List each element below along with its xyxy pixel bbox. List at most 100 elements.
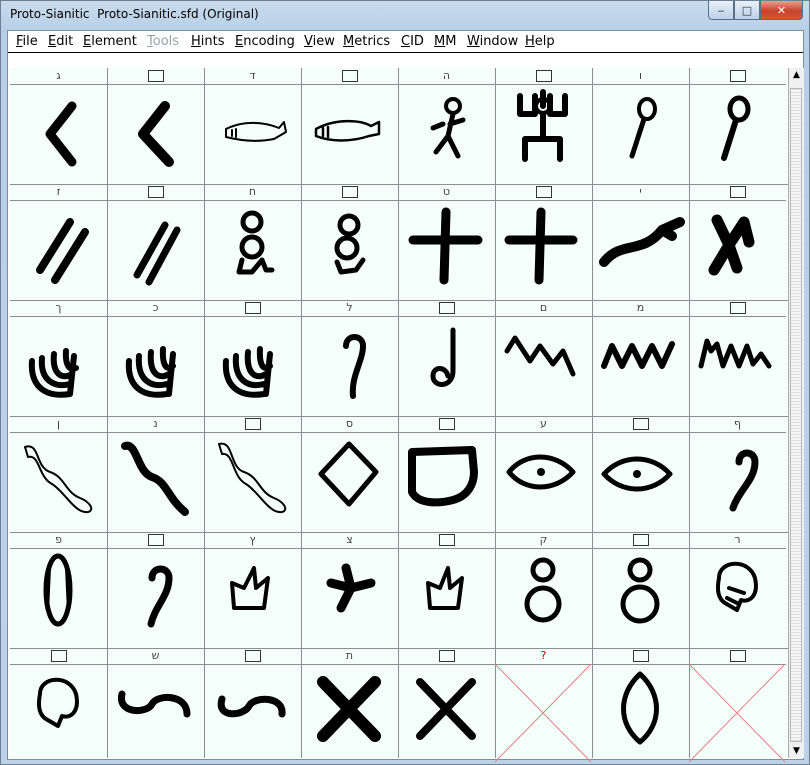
- glyph-cell-x-bold[interactable]: ת: [301, 648, 398, 764]
- title-bar[interactable]: Proto-Sianitic Proto-Sianitic.sfd (Origi…: [1, 1, 809, 29]
- head2-glyph-icon: [36, 677, 79, 728]
- minimize-button[interactable]: ‒: [708, 1, 734, 20]
- glyph-label: [107, 68, 204, 85]
- glyph-cell-eight[interactable]: ק: [495, 532, 592, 648]
- glyph-cell-snake-outline2[interactable]: [204, 416, 301, 532]
- menu-mm[interactable]: MM: [434, 34, 456, 49]
- glyph-cell-loops[interactable]: ח: [204, 184, 301, 300]
- glyph-cell-arm[interactable]: י: [592, 184, 689, 300]
- glyph-cell-palm[interactable]: ך: [10, 300, 107, 416]
- glyph-cell-water3[interactable]: [689, 300, 786, 416]
- menu-encoding[interactable]: Encoding: [235, 34, 295, 49]
- glyph-cell-eight2[interactable]: [592, 532, 689, 648]
- glyph-label: [398, 532, 495, 549]
- scroll-up-icon[interactable]: ▲: [789, 68, 804, 82]
- glyph-cell-empty[interactable]: ?: [495, 648, 592, 764]
- glyph-label: [689, 68, 786, 85]
- glyph-cell-eye2[interactable]: [592, 416, 689, 532]
- glyph-cell-shield[interactable]: [398, 416, 495, 532]
- scrollbar-thumb[interactable]: [790, 88, 802, 742]
- glyph-cell-plant[interactable]: ץ: [204, 532, 301, 648]
- water2-glyph-icon: [601, 341, 675, 369]
- glyph-cell-double-slash2[interactable]: [107, 184, 204, 300]
- palm3-glyph-icon: [222, 346, 273, 398]
- glyph-label: צ: [301, 532, 398, 549]
- plant2-glyph-icon: [426, 566, 464, 610]
- glyph-cell-goad2[interactable]: [398, 300, 495, 416]
- unencoded-glyph-icon: [535, 70, 552, 82]
- glyph-cell-empty[interactable]: [689, 648, 786, 764]
- glyph-cell-goad[interactable]: ל: [301, 300, 398, 416]
- glyph-cell-x[interactable]: [398, 648, 495, 764]
- unencoded-glyph-icon: [632, 650, 649, 662]
- glyph-cell-bow[interactable]: ש: [107, 648, 204, 764]
- menu-help[interactable]: Help: [525, 34, 555, 49]
- mouth2-glyph-icon: [147, 565, 173, 628]
- menu-tools[interactable]: Tools: [147, 34, 179, 49]
- menu-file[interactable]: File: [16, 34, 38, 49]
- glyph-label: ט: [398, 184, 495, 201]
- glyph-cell-mouth2[interactable]: [107, 532, 204, 648]
- menu-edit[interactable]: Edit: [48, 34, 73, 49]
- glyph-cell-man-arms-up[interactable]: [495, 68, 592, 184]
- glyph-cell-leaf[interactable]: [592, 648, 689, 764]
- glyph-label: [495, 68, 592, 85]
- glyph-cell-mace[interactable]: ו: [592, 68, 689, 184]
- glyph-cell-plant-bold[interactable]: צ: [301, 532, 398, 648]
- glyph-cell-fish-outline[interactable]: ד: [204, 68, 301, 184]
- glyph-cell-cross2[interactable]: [495, 184, 592, 300]
- glyph-cell-mace2[interactable]: [689, 68, 786, 184]
- glyph-cell-oval[interactable]: פ: [10, 532, 107, 648]
- eye2-glyph-icon: [601, 456, 673, 492]
- glyph-cell-cross[interactable]: ט: [398, 184, 495, 300]
- glyph-cell-fish-outline2[interactable]: [301, 68, 398, 184]
- menu-metrics[interactable]: Metrics: [343, 34, 390, 49]
- menu-cid[interactable]: CID: [401, 34, 424, 49]
- mouth-glyph-icon: [729, 449, 759, 512]
- glyph-cell-palm3[interactable]: [204, 300, 301, 416]
- glyph-label: [592, 416, 689, 433]
- scroll-down-icon[interactable]: ▼: [789, 744, 804, 758]
- menu-element[interactable]: Element: [83, 34, 137, 49]
- x-glyph-icon: [416, 678, 476, 740]
- glyph-cell-hand[interactable]: [689, 184, 786, 300]
- menu-view[interactable]: View: [304, 34, 335, 49]
- glyph-cell-plant2[interactable]: [398, 532, 495, 648]
- man-glyph-icon: [430, 97, 466, 159]
- diamond-glyph-icon: [318, 441, 379, 507]
- glyph-cell-mouth[interactable]: ף: [689, 416, 786, 532]
- glyph-cell-diamond[interactable]: ס: [301, 416, 398, 532]
- glyph-cell-head2[interactable]: [10, 648, 107, 764]
- glyph-cell-palm2[interactable]: כ: [107, 300, 204, 416]
- unencoded-glyph-icon: [729, 186, 746, 198]
- glyph-cell-snake-outline[interactable]: ן: [10, 416, 107, 532]
- glyph-cell-loops2[interactable]: [301, 184, 398, 300]
- glyph-label: [204, 300, 301, 317]
- glyph-label: [592, 532, 689, 549]
- head-glyph-icon: [715, 561, 758, 612]
- glyph-cell-bow2[interactable]: [204, 648, 301, 764]
- glyph-cell-water[interactable]: ם: [495, 300, 592, 416]
- unencoded-glyph-icon: [729, 70, 746, 82]
- glyph-cell-man[interactable]: ה: [398, 68, 495, 184]
- man-arms-up-glyph-icon: [517, 89, 568, 162]
- glyph-cell-head[interactable]: ר: [689, 532, 786, 648]
- glyph-cell-water2[interactable]: מ: [592, 300, 689, 416]
- maximize-button[interactable]: □: [734, 1, 760, 20]
- close-button[interactable]: ✕: [760, 1, 803, 20]
- menu-hints[interactable]: Hints: [191, 34, 225, 49]
- glyph-label: ז: [10, 184, 107, 201]
- glyph-cell-eye[interactable]: ע: [495, 416, 592, 532]
- cross2-glyph-icon: [504, 207, 578, 285]
- vertical-scrollbar[interactable]: ▲ ▼: [788, 68, 804, 758]
- glyph-cell-gimel[interactable]: ג: [10, 68, 107, 184]
- glyph-label: [689, 648, 786, 665]
- glyph-cell-snake[interactable]: נ: [107, 416, 204, 532]
- bow2-glyph-icon: [217, 695, 286, 718]
- glyph-cell-gimel2[interactable]: [107, 68, 204, 184]
- glyph-label: ס: [301, 416, 398, 433]
- loops-glyph-icon: [236, 210, 275, 275]
- glyph-cell-double-slash[interactable]: ז: [10, 184, 107, 300]
- menu-window[interactable]: Window: [467, 34, 518, 49]
- glyph-label: [689, 300, 786, 317]
